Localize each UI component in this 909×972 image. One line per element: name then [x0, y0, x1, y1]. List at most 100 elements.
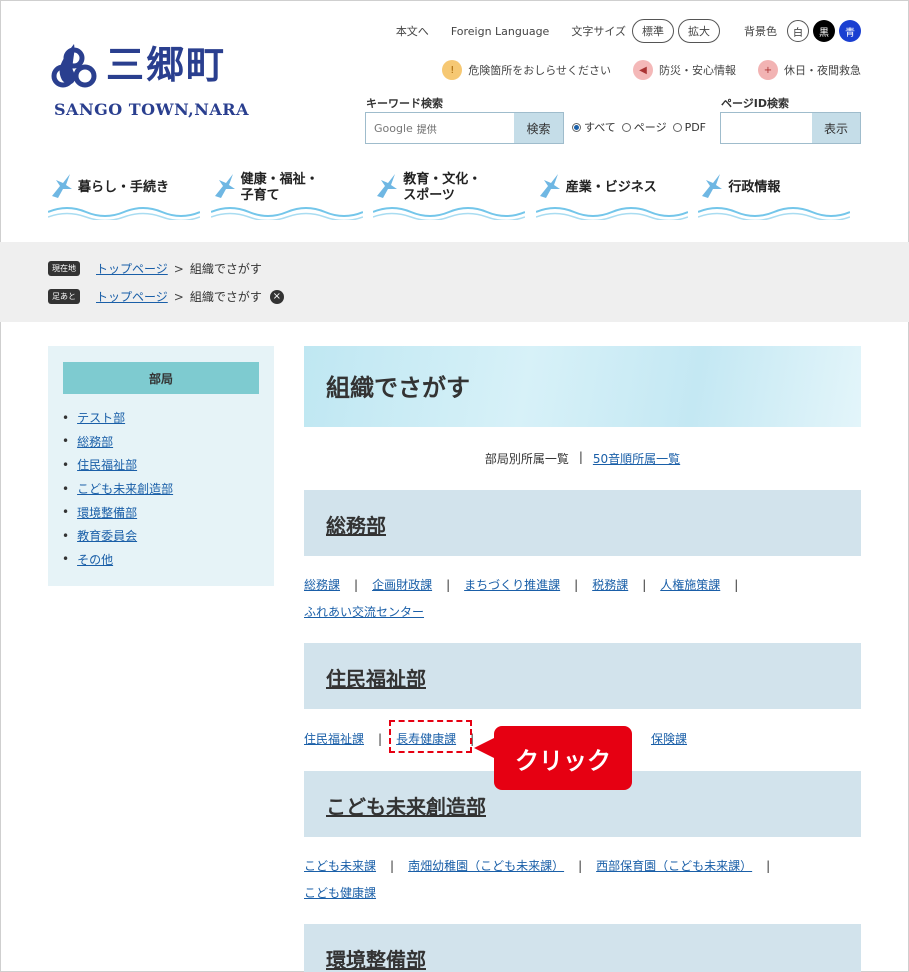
- section-header: 総務部: [304, 490, 861, 556]
- wave-decoration: [698, 207, 851, 220]
- font-standard-button[interactable]: 標準: [632, 19, 674, 43]
- page-header-banner: 組織でさがす: [304, 346, 861, 427]
- site-logo[interactable]: 三郷町 SANGO TOWN,NARA: [48, 40, 249, 126]
- radio-icon: [672, 122, 682, 132]
- section-title-welfare[interactable]: 住民福祉部: [326, 663, 426, 692]
- sidebar-item: その他: [62, 548, 173, 572]
- section-header: 環境整備部: [304, 924, 861, 972]
- page-id-input[interactable]: [721, 113, 812, 143]
- breadcrumb-current: 組織でさがす: [189, 262, 262, 276]
- nav-item-living[interactable]: 暮らし・手続き: [48, 166, 211, 226]
- current-location-tag: 現在地: [48, 261, 80, 276]
- dept-link[interactable]: ふれあい交流センター: [304, 605, 424, 619]
- wave-decoration: [373, 207, 526, 220]
- nav-item-administration[interactable]: 行政情報: [698, 166, 861, 226]
- dept-link[interactable]: 企画財政課: [372, 578, 432, 592]
- link-divider: |: [390, 859, 395, 873]
- keyword-search-label: キーワード検索: [366, 97, 443, 110]
- nav-label: 教育・文化・ スポーツ: [403, 172, 482, 203]
- sidebar-item-environment[interactable]: 環境整備部: [77, 504, 137, 521]
- skip-to-content-link[interactable]: 本文へ: [396, 23, 429, 39]
- list-view-switch: 部局別所属一覧 | 50音順所属一覧: [304, 450, 861, 467]
- nav-item-health[interactable]: 健康・福祉・ 子育て: [210, 166, 374, 226]
- wave-decoration: [535, 207, 688, 220]
- breadcrumb-band: 現在地 トップページ > 組織でさがす 足あと トップページ > 組織でさがす …: [0, 242, 909, 322]
- bg-blue-button[interactable]: 青: [839, 20, 861, 42]
- sidebar-item-children[interactable]: こども未来創造部: [77, 480, 173, 497]
- section-header: 住民福祉部: [304, 643, 861, 709]
- star-sparkle-icon: [539, 174, 560, 198]
- page-id-search-label: ページID検索: [721, 97, 790, 110]
- section-title-children[interactable]: こども未来創造部: [326, 791, 486, 820]
- hazard-report-link[interactable]: ! 危険箇所をおしらせください: [442, 60, 611, 80]
- section-title-environment[interactable]: 環境整備部: [326, 944, 426, 972]
- medical-icon: +: [758, 60, 778, 80]
- dept-link[interactable]: 総務課: [304, 578, 340, 592]
- page-id-show-button[interactable]: 表示: [812, 113, 860, 143]
- dept-link[interactable]: まちづくり推進課: [464, 578, 560, 592]
- history-trail: 足あと トップページ > 組織でさがす ×: [48, 288, 284, 305]
- breadcrumb-home-link[interactable]: トップページ: [96, 260, 168, 277]
- dept-link[interactable]: こども健康課: [304, 886, 376, 900]
- sidebar-item: 教育委員会: [62, 524, 173, 548]
- nav-item-industry[interactable]: 産業・ビジネス: [535, 166, 699, 226]
- scope-all-radio[interactable]: すべて: [572, 119, 616, 135]
- sidebar-item-education-board[interactable]: 教育委員会: [77, 527, 137, 544]
- keyword-search-input[interactable]: Google 提供: [366, 113, 514, 143]
- page-title: 組織でさがす: [326, 374, 470, 402]
- dept-link[interactable]: 南畑幼稚園（こども未来課）: [408, 859, 564, 873]
- keyword-search: Google 提供 検索: [365, 112, 564, 144]
- nav-label: 暮らし・手続き: [78, 180, 170, 195]
- breadcrumb: 現在地 トップページ > 組織でさがす: [48, 260, 262, 277]
- sidebar-item-test[interactable]: テスト部: [77, 409, 125, 426]
- dept-link[interactable]: 住民福祉課: [304, 732, 364, 746]
- keyword-search-button[interactable]: 検索: [514, 113, 563, 143]
- remove-history-icon[interactable]: ×: [269, 289, 284, 304]
- scope-all-label: すべて: [584, 121, 616, 134]
- history-home-link[interactable]: トップページ: [96, 288, 168, 305]
- star-sparkle-icon: [52, 174, 72, 198]
- nav-label: 産業・ビジネス: [565, 180, 657, 195]
- sidebar-item-other[interactable]: その他: [77, 551, 113, 568]
- link-divider: |: [734, 578, 739, 592]
- notice-links: ! 危険箇所をおしらせください ◀ 防災・安心情報 + 休日・夜間救急: [420, 60, 861, 80]
- emergency-medical-label: 休日・夜間救急: [784, 64, 861, 77]
- scope-pdf-radio[interactable]: PDF: [672, 121, 706, 134]
- sidebar-list: テスト部 総務部 住民福祉部 こども未来創造部 環境整備部 教育委員会 その他: [62, 406, 173, 571]
- click-target-highlight: [389, 720, 472, 753]
- radio-icon: [621, 122, 631, 132]
- tab-by-syllabary[interactable]: 50音順所属一覧: [593, 450, 680, 467]
- warning-icon: !: [442, 60, 463, 80]
- sidebar-item: 総務部: [62, 430, 173, 454]
- dept-link[interactable]: 人権施策課: [660, 578, 720, 592]
- dept-link[interactable]: 保険課: [651, 726, 687, 753]
- font-large-button[interactable]: 拡大: [678, 19, 720, 43]
- tab-separator: |: [578, 450, 583, 464]
- emergency-medical-link[interactable]: + 休日・夜間救急: [758, 60, 861, 80]
- nav-label: 健康・福祉・ 子育て: [240, 172, 319, 203]
- bg-white-button[interactable]: 白: [787, 20, 809, 42]
- search-scope-options: すべて ページ PDF: [572, 119, 712, 135]
- disaster-info-label: 防災・安心情報: [659, 64, 736, 77]
- sidebar-item-general-affairs[interactable]: 総務部: [77, 433, 113, 450]
- page-id-search: 表示: [720, 112, 861, 144]
- link-divider: |: [766, 859, 771, 873]
- disaster-info-link[interactable]: ◀ 防災・安心情報: [633, 60, 736, 80]
- link-divider: |: [574, 578, 579, 592]
- sidebar-item-welfare[interactable]: 住民福祉部: [77, 456, 137, 473]
- sidebar-item: 環境整備部: [62, 500, 173, 524]
- bg-black-button[interactable]: 黒: [813, 20, 835, 42]
- scope-page-label: ページ: [633, 121, 667, 134]
- foreign-language-link[interactable]: Foreign Language: [451, 25, 550, 38]
- link-divider: |: [578, 859, 583, 873]
- google-brand-text: Google: [374, 121, 413, 135]
- link-divider: |: [354, 578, 359, 592]
- dept-link[interactable]: 西部保育園（こども未来課）: [596, 859, 752, 873]
- dept-link[interactable]: 税務課: [592, 578, 628, 592]
- section-links: 総務課 | 企画財政課 | まちづくり推進課 | 税務課 | 人権施策課 | ふれあい交流センター: [304, 572, 861, 626]
- section-title-general-affairs[interactable]: 総務部: [326, 510, 386, 539]
- star-sparkle-icon: [214, 174, 235, 198]
- nav-item-education[interactable]: 教育・文化・ スポーツ: [373, 166, 536, 226]
- scope-page-radio[interactable]: ページ: [621, 119, 667, 135]
- dept-link[interactable]: こども未来課: [304, 859, 376, 873]
